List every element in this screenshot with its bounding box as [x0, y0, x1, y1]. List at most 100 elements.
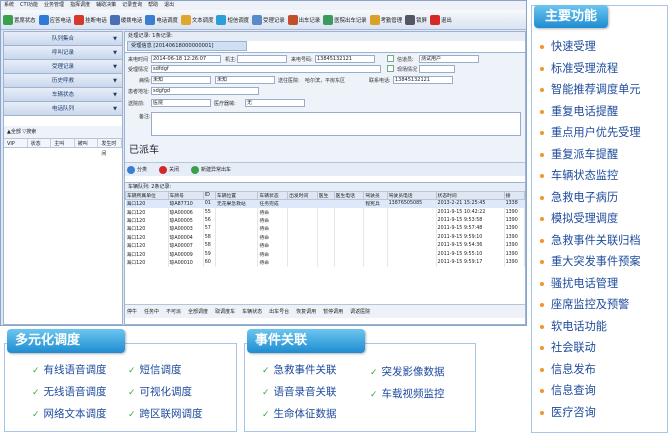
sidebar-item-2[interactable]: 受理记录 ▼: [4, 60, 122, 74]
sidebar-item-0[interactable]: 队列集合 ▼: [4, 32, 122, 46]
notes-field[interactable]: [151, 112, 521, 136]
remark-field[interactable]: [419, 65, 455, 73]
toolbar-button-2[interactable]: 挂断电话: [74, 10, 107, 29]
grid-header-0[interactable]: 车辆所属单位: [125, 191, 169, 200]
action-button-1[interactable]: 关闭: [159, 165, 185, 174]
menu-item-1[interactable]: CTI功能: [17, 2, 41, 8]
ext-label: 机主:: [225, 57, 237, 63]
call-time-field[interactable]: 2014-06-18 12:26:07: [151, 55, 221, 63]
sidebar-item-3[interactable]: 历史呼救 ▼: [4, 74, 122, 88]
menu-item-2[interactable]: 业务管理: [41, 2, 67, 8]
grid-header-10[interactable]: 状态时间: [435, 191, 505, 200]
grid-header-6[interactable]: 医生: [316, 191, 335, 200]
bullet-icon: [540, 410, 544, 415]
table-cell: [387, 249, 437, 259]
toolbar-button-0[interactable]: 置席状态: [3, 10, 36, 29]
table-cell: 2011-9-15 9:55:10: [436, 249, 505, 259]
record-field[interactable]: sdfdgf: [151, 65, 381, 73]
bullet-icon: [540, 131, 544, 135]
action-button-2[interactable]: 新建异常出车: [191, 165, 237, 174]
record-tabs[interactable]: 处理记录: 1条记录:: [125, 32, 525, 41]
grid-header-9[interactable]: 驾驶员电话: [386, 191, 437, 200]
menu-item-3[interactable]: 指挥调度: [67, 2, 93, 8]
menu-item-6[interactable]: 帮助: [145, 2, 161, 8]
sidebar-column-4[interactable]: 发生时间: [98, 139, 122, 157]
vehicle-action-6[interactable]: 出车号台: [269, 309, 289, 315]
toolbar-button-6[interactable]: 短信调度: [216, 10, 249, 29]
toolbar-button-3[interactable]: 缓拨电话: [109, 10, 142, 29]
table-cell: 待命: [257, 207, 289, 217]
toolbar-button-1[interactable]: 应答电话: [38, 10, 71, 29]
device-select[interactable]: 无: [245, 99, 305, 107]
table-row[interactable]: 海口120 琼A00006 55 待命 2011-9-15 10:42:22 1390: [125, 207, 525, 217]
vehicle-action-7[interactable]: 恢复调用: [296, 309, 316, 315]
toolbar-icon-3: [109, 15, 120, 25]
grid-header-7[interactable]: 医生电话: [333, 191, 365, 200]
sidebar-column-0[interactable]: VIP: [4, 139, 28, 147]
table-cell: 1338: [504, 199, 525, 208]
toolbar-button-9[interactable]: 医院出车记录: [323, 10, 367, 29]
vehicle-action-3[interactable]: 全部调度: [188, 309, 208, 315]
vehicle-action-5[interactable]: 车辆状态: [242, 309, 262, 315]
sidebar-item-4[interactable]: 车辆状态 ▼: [4, 88, 122, 102]
grid-header-5[interactable]: 出发时间: [287, 191, 318, 200]
caller-no-field[interactable]: 13845132121: [315, 55, 375, 63]
sidebar-column-2[interactable]: 主叫: [51, 139, 75, 147]
sidebar-column-1[interactable]: 状态: [28, 139, 52, 147]
event-links-title: 事件关联: [247, 329, 365, 353]
sidebar-item-label: 车辆状态: [51, 92, 74, 98]
grid-header-8[interactable]: 驾驶员: [363, 191, 388, 200]
action-button-0[interactable]: 分类: [127, 165, 153, 174]
remark-checkbox[interactable]: [387, 65, 394, 72]
level-select[interactable]: 未知: [151, 76, 211, 84]
table-row[interactable]: 海口120 琼A00003 57 待命 2011-9-15 9:57:48 1390: [125, 224, 525, 234]
table-cell: [287, 216, 318, 225]
grid-header-1[interactable]: 车牌号: [167, 191, 204, 200]
menu-item-7[interactable]: 退出: [161, 2, 177, 8]
menu-item-0[interactable]: 系统: [1, 2, 17, 8]
table-row[interactable]: 海口120 琼A00007 58 待命 2011-9-15 9:54:36 1390: [125, 241, 525, 250]
vehicle-action-8[interactable]: 暂停调用: [323, 309, 343, 315]
menu-item-5[interactable]: 记录查询: [119, 2, 145, 8]
form-tab[interactable]: 受理信息 [20140618000000001]: [127, 41, 247, 51]
toolbar-button-10[interactable]: 考勤管理: [369, 10, 402, 29]
sidebar-column-3[interactable]: 被叫: [75, 139, 99, 147]
table-row[interactable]: 海口120 琼A00005 56 待命 2011-9-15 9:53:58 1390: [125, 216, 525, 225]
vehicle-action-9[interactable]: 调返医院: [350, 309, 370, 315]
table-row[interactable]: 海口120 琼A00010 60 待命 2011-9-15 9:59:17 1390: [125, 258, 525, 267]
patient-field[interactable]: sdgfgd: [151, 87, 259, 95]
sidebar-item-5[interactable]: 电话队列 ▼: [4, 102, 122, 116]
source-checkbox[interactable]: [387, 55, 394, 62]
toolbar-button-11[interactable]: 锁屏: [405, 10, 427, 29]
vehicle-action-2[interactable]: 不可派: [166, 309, 181, 315]
table-row[interactable]: 海口120 琼A00009 59 待命 2011-9-15 9:55:10 1390: [125, 249, 525, 259]
hospital-select[interactable]: 医院: [151, 99, 211, 107]
table-row[interactable]: 海口120 琼A87710 01 无花果急救站 任务完成 程宪兵 13876505085 20…: [125, 199, 525, 208]
grid-header-11[interactable]: 接: [503, 191, 525, 200]
toolbar-button-5[interactable]: 文本调度: [180, 10, 213, 29]
vehicle-action-1[interactable]: 任务中: [144, 309, 159, 315]
toolbar-button-4[interactable]: 电话调度: [145, 10, 178, 29]
vehicle-action-0[interactable]: 停牛: [127, 309, 137, 315]
table-cell: [387, 216, 437, 225]
table-cell: 琼A00003: [168, 224, 204, 234]
ext-field[interactable]: [237, 55, 287, 63]
sidebar-tools[interactable]: ▲全部 ▽搜索: [4, 126, 122, 138]
toolbar-button-12[interactable]: 退出: [429, 10, 452, 29]
toolbar-button-8[interactable]: 出车记录: [287, 10, 320, 29]
grid-header-4[interactable]: 车辆状态: [257, 191, 289, 200]
table-cell: 海口120: [125, 258, 169, 267]
vehicle-action-4[interactable]: 取调度车: [215, 309, 235, 315]
toolbar-button-7[interactable]: 受理记录: [252, 10, 285, 29]
source-field[interactable]: 测试用户: [419, 55, 479, 63]
dispatch-mode-item: ✓ 可视化调度: [128, 384, 192, 399]
grid-header-3[interactable]: 车辆位置: [214, 191, 259, 200]
table-cell: 59: [203, 249, 216, 259]
grid-header-2[interactable]: ID: [202, 191, 216, 200]
position-select[interactable]: 未知: [215, 76, 275, 84]
table-row[interactable]: 海口120 琼A00004 58 待命 2011-9-15 9:59:10 1390: [125, 233, 525, 242]
menu-item-4[interactable]: 辅助决策: [93, 2, 119, 8]
vehicle-queue-tabs[interactable]: 车辆队列: 2条记录:: [125, 182, 525, 191]
contact-field[interactable]: 13845132121: [393, 76, 453, 84]
sidebar-item-1[interactable]: 呼叫记录 ▼: [4, 46, 122, 60]
